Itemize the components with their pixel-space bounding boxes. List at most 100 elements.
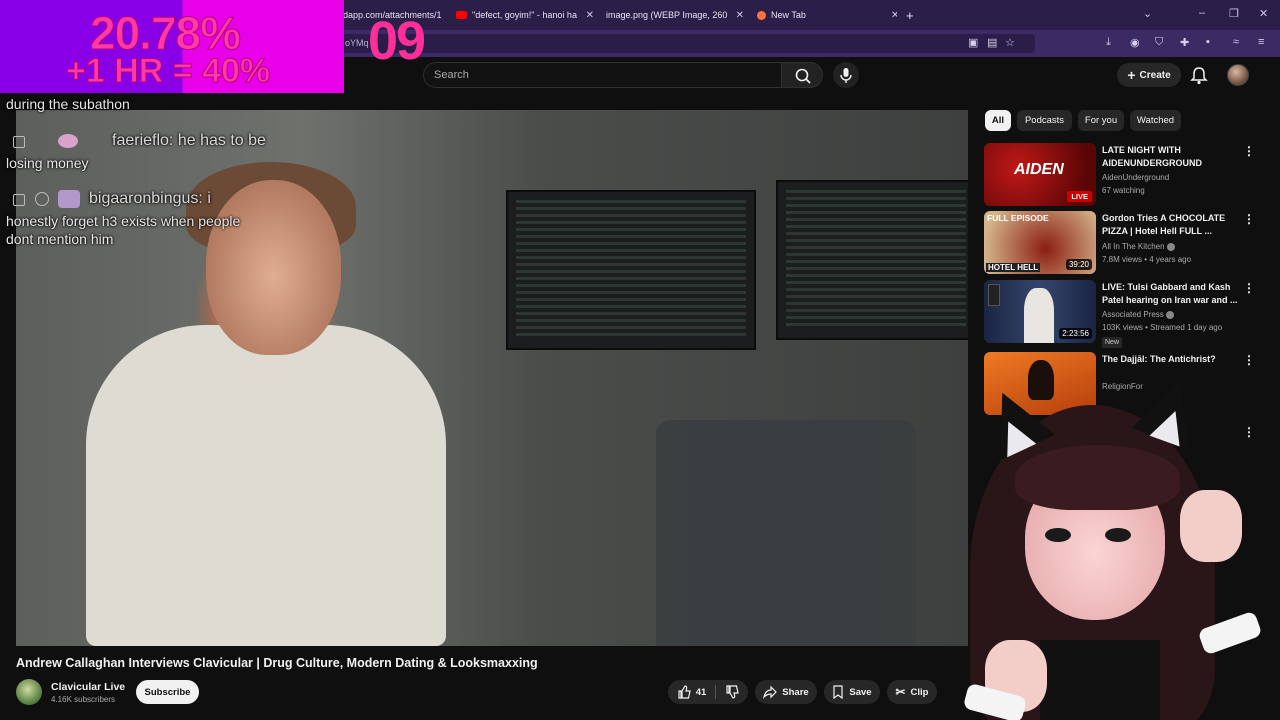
voice-search-button[interactable] (833, 62, 859, 88)
chat-message-continuation: honestly forget h3 exists when people (6, 213, 240, 229)
chat-text: he has to be (177, 132, 266, 149)
video-title: Andrew Callaghan Interviews Clavicular |… (16, 656, 538, 670)
interviewee-body (86, 325, 446, 646)
save-button[interactable]: Save (824, 680, 880, 704)
video-thumbnail[interactable]: FULL EPISODE HOTEL HELL 39:20 (984, 211, 1096, 274)
background-monitor (506, 190, 756, 350)
chat-badge-icon (13, 136, 25, 148)
background-monitor (776, 180, 968, 340)
more-options-icon[interactable]: ⋮ (1243, 144, 1255, 158)
vtuber-bangs (1015, 445, 1180, 510)
recommendation-title[interactable]: LATE NIGHT WITH AIDENUNDERGROUND (1102, 144, 1238, 170)
subscriber-count: 4.16K subscribers (51, 695, 116, 704)
extension-wave-icon[interactable]: ≈ (1233, 36, 1239, 48)
more-options-icon[interactable]: ⋮ (1243, 281, 1255, 295)
bookmark-star-icon[interactable]: ☆ (1005, 36, 1015, 49)
account-avatar[interactable] (1227, 64, 1249, 86)
video-duration: 2:23:56 (1059, 328, 1092, 339)
verified-icon (1166, 310, 1175, 319)
chip-watched[interactable]: Watched (1130, 110, 1181, 131)
search-placeholder: Search (434, 69, 469, 81)
extension-square-icon[interactable]: ▪ (1206, 36, 1210, 48)
channel-name[interactable]: Clavicular Live (51, 681, 125, 693)
ap-live-logo-icon (988, 284, 1000, 306)
chip-all[interactable]: All (985, 110, 1011, 131)
chip-podcasts[interactable]: Podcasts (1017, 110, 1072, 131)
chat-username: faerieflo: (112, 132, 174, 149)
chat-message: during the subathon (6, 96, 130, 112)
notifications-bell-icon[interactable] (1190, 66, 1208, 86)
youtube-favicon-icon (456, 11, 467, 19)
create-label: Create (1139, 69, 1171, 81)
close-tab-icon[interactable]: ✕ (891, 10, 897, 21)
shield-icon[interactable]: ⛉ (1155, 36, 1163, 49)
thumbs-down-icon[interactable] (725, 685, 740, 699)
microphone-icon (840, 68, 852, 83)
video-thumbnail[interactable]: 2:23:56 (984, 280, 1096, 343)
close-window-icon[interactable]: ✕ (1259, 7, 1268, 20)
share-label: Share (782, 686, 809, 698)
chat-message: bigaaronbingus: i (89, 190, 211, 208)
recommendation-meta: 67 watching (1102, 186, 1145, 195)
plus-icon: + (906, 7, 914, 23)
vtuber-webcam-overlay (945, 350, 1280, 720)
chat-text: honestly forget h3 exists when people (6, 213, 241, 229)
account-icon[interactable]: ◉ (1130, 36, 1140, 49)
chat-text: dont mention him (6, 231, 114, 247)
channel-avatar[interactable] (16, 679, 42, 705)
scissors-icon: ✂ (895, 685, 906, 699)
chip-for-you[interactable]: For you (1078, 110, 1124, 131)
live-badge: LIVE (1067, 191, 1092, 202)
channel-label: Associated Press (1102, 310, 1164, 319)
video-thumbnail[interactable]: AIDEN LIVE (984, 143, 1096, 206)
minimize-icon[interactable]: – (1199, 7, 1205, 19)
more-options-icon[interactable]: ⋮ (1243, 212, 1255, 226)
share-button[interactable]: Share (755, 680, 817, 704)
tab-title: image.png (WEBP Image, 260 × 59... (606, 10, 727, 20)
picture-icon[interactable]: ▣ (968, 36, 978, 49)
divider (715, 685, 717, 699)
thumbnail-text: AIDEN (1014, 161, 1064, 178)
background-chair (656, 420, 916, 646)
address-bar[interactable]: oYMq (335, 34, 1035, 53)
extensions-icon[interactable]: ✚ (1180, 36, 1189, 49)
close-tab-icon[interactable]: ✕ (586, 10, 594, 21)
subscribe-button[interactable]: Subscribe (136, 680, 199, 704)
reader-icon[interactable]: ▤ (987, 36, 997, 49)
browser-tab[interactable]: image.png (WEBP Image, 260 × 59... ✕ (606, 5, 744, 25)
close-tab-icon[interactable]: ✕ (736, 10, 744, 21)
thumbs-up-icon (678, 685, 691, 699)
subathon-percent-overlay: 20.78% +1 HR = 40% (0, 0, 344, 93)
new-badge: New (1102, 337, 1123, 348)
search-input[interactable]: Search (423, 62, 781, 88)
vtuber-fist (1180, 490, 1242, 562)
tab-title: New Tab (771, 10, 806, 20)
browser-tab-active[interactable]: New Tab ✕ (757, 5, 897, 25)
chevron-down-icon[interactable]: ⌄ (1143, 7, 1152, 20)
chat-username: bigaaronbingus: (89, 190, 203, 207)
new-tab-button[interactable]: + (906, 5, 920, 25)
like-button[interactable]: 41 (677, 685, 707, 699)
chat-message-continuation: losing money (6, 155, 89, 171)
recommendation-title[interactable]: Gordon Tries A CHOCOLATE PIZZA | Hotel H… (1102, 212, 1238, 238)
recommendation-title[interactable]: LIVE: Tulsi Gabbard and Kash Patel heari… (1102, 281, 1238, 307)
recommendation-channel[interactable]: Associated Press (1102, 310, 1175, 319)
like-count: 41 (695, 686, 707, 698)
vtuber-eye (1105, 528, 1131, 542)
recommendation-channel[interactable]: All In The Kitchen (1102, 242, 1175, 251)
verified-icon (1166, 242, 1175, 251)
restore-icon[interactable]: ❐ (1229, 7, 1239, 20)
interviewee-head (206, 180, 341, 355)
clip-button[interactable]: ✂ Clip (887, 680, 937, 704)
menu-icon[interactable]: ≡ (1258, 36, 1264, 48)
thumbnail-text: HOTEL HELL (986, 263, 1041, 272)
search-button[interactable] (781, 62, 823, 88)
video-duration: 39:20 (1065, 259, 1092, 270)
chat-message: faerieflo: he has to be (112, 132, 266, 150)
percent-formula: +1 HR = 40% (65, 52, 271, 91)
browser-tab[interactable]: "defect, goyim!" - hanoi hannah ✕ (456, 5, 594, 25)
vtuber-outfit (1040, 640, 1160, 720)
download-icon[interactable]: ⤓ (1106, 36, 1111, 49)
create-button[interactable]: + Create (1117, 63, 1181, 87)
recommendation-channel[interactable]: AidenUnderground (1102, 173, 1169, 182)
